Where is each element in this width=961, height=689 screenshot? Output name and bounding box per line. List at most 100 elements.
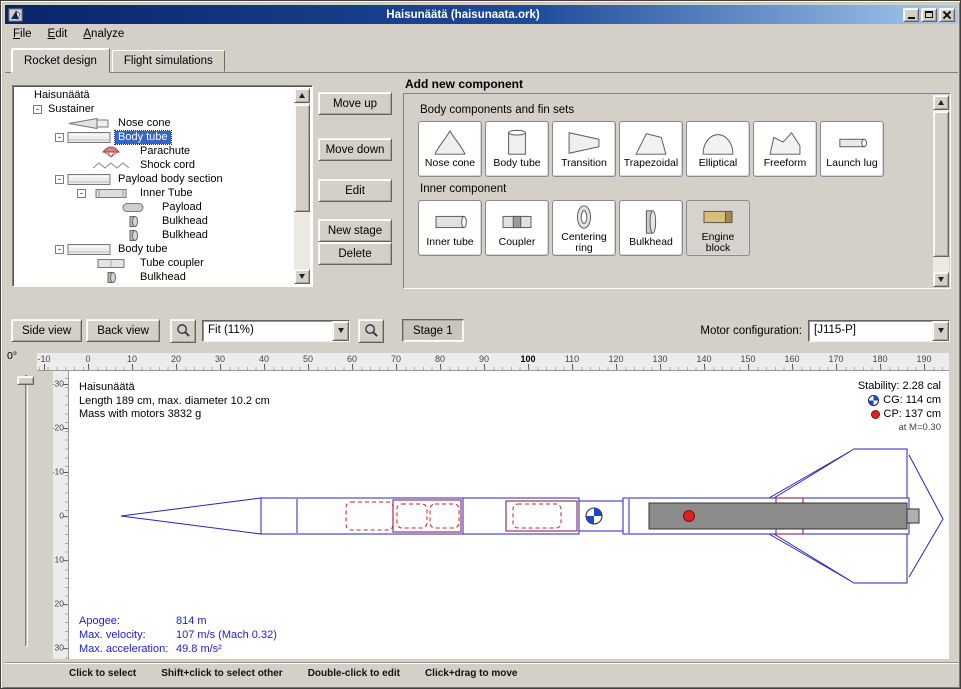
add-component-button[interactable]: Body tube: [485, 121, 549, 177]
maximize-icon: [925, 11, 933, 18]
close-button[interactable]: [939, 8, 955, 22]
add-component-button[interactable]: Transition: [552, 121, 616, 177]
combo-dropdown-button[interactable]: [932, 321, 949, 341]
component-icon: [696, 129, 740, 157]
arrow-down-icon: [938, 277, 944, 282]
tree-item[interactable]: Haisunäätä: [15, 88, 294, 102]
stage-1-toggle[interactable]: Stage 1: [402, 319, 464, 342]
action-button[interactable]: New stage: [318, 219, 392, 242]
action-button[interactable]: Edit: [318, 179, 392, 202]
tree-expander-icon[interactable]: [55, 245, 64, 254]
tab[interactable]: Rocket design: [11, 48, 110, 73]
tree-item-icon: [111, 201, 155, 214]
add-component-button[interactable]: Nose cone: [418, 121, 482, 177]
app-window: Haisunäätä (haisunaata.ork) FileEditAnal…: [0, 0, 961, 689]
tree-item[interactable]: Bulkhead: [15, 214, 294, 228]
add-component-button[interactable]: Inner tube: [418, 200, 482, 256]
rotation-angle-label: 0°: [7, 350, 17, 362]
ruler-tick-mark: [660, 364, 661, 370]
tree-item-icon: [111, 229, 155, 242]
tab[interactable]: Flight simulations: [112, 50, 225, 72]
component-tree[interactable]: Haisunäätä Sustainer Nose cone: [15, 88, 294, 284]
ruler-tick-mark: [572, 364, 573, 370]
scrollbar-thumb[interactable]: [294, 104, 310, 212]
tree-expander-icon[interactable]: [55, 175, 64, 184]
body-components-group: Nose cone Body tube Transition T: [418, 121, 933, 177]
ruler-tick-mark: [352, 364, 353, 370]
tree-item[interactable]: Payload: [15, 200, 294, 214]
zoom-select[interactable]: Fit (11%): [202, 320, 350, 342]
scroll-down-button[interactable]: [933, 272, 949, 287]
add-component-button[interactable]: Centering ring: [552, 200, 616, 256]
status-hint: Click to select: [69, 668, 136, 679]
scroll-up-button[interactable]: [294, 88, 310, 103]
tree-item[interactable]: Nose cone: [15, 116, 294, 130]
cg-marker: [586, 508, 602, 524]
menu-item[interactable]: Edit: [40, 26, 76, 42]
tree-expander-icon[interactable]: [33, 105, 42, 114]
add-component-button[interactable]: Launch lug: [820, 121, 884, 177]
rotation-slider[interactable]: [25, 375, 28, 647]
add-component-button[interactable]: Elliptical: [686, 121, 750, 177]
menu-item[interactable]: Analyze: [75, 26, 132, 42]
component-button-label: Elliptical: [699, 158, 738, 169]
chevron-down-icon: [338, 328, 344, 333]
tree-item[interactable]: Bulkhead: [15, 228, 294, 242]
add-component-button[interactable]: Engine block: [686, 200, 750, 256]
scroll-down-button[interactable]: [294, 269, 310, 284]
tree-item[interactable]: Tube coupler: [15, 256, 294, 270]
ruler-tick-mark: [63, 516, 68, 517]
tree-item[interactable]: Sustainer: [15, 102, 294, 116]
tree-expander-icon[interactable]: [77, 189, 86, 198]
add-component-title: Add new component: [405, 77, 523, 91]
ruler-tick: 170: [828, 354, 843, 364]
hidden-inner-components[interactable]: [346, 502, 561, 530]
zoom-in-button[interactable]: [170, 319, 196, 343]
action-button[interactable]: Delete: [318, 242, 392, 265]
maximize-button[interactable]: [921, 8, 937, 22]
ruler-tick: 100: [520, 354, 535, 364]
rocket-info-line: Haisunäätä: [79, 381, 270, 395]
tree-item[interactable]: Bulkhead: [15, 270, 294, 284]
side-view-button[interactable]: Side view: [11, 319, 82, 342]
tree-item-icon: [67, 243, 111, 256]
minimize-icon: [908, 17, 915, 19]
component-panel-scrollbar[interactable]: [933, 95, 949, 287]
cp-value: CP: 137 cm: [884, 408, 941, 420]
rocket-canvas[interactable]: HaisunäätäLength 189 cm, max. diameter 1…: [69, 371, 949, 659]
ruler-tick: 160: [784, 354, 799, 364]
add-component-button[interactable]: Trapezoidal: [619, 121, 683, 177]
tree-item[interactable]: Payload body section: [15, 172, 294, 186]
motor-configuration-select[interactable]: [J115-P]: [808, 320, 950, 342]
tree-expander-icon[interactable]: [55, 133, 64, 142]
combo-dropdown-button[interactable]: [332, 321, 349, 341]
minimize-button[interactable]: [903, 8, 919, 22]
tree-item[interactable]: Inner Tube: [15, 186, 294, 200]
tree-item-icon: [111, 215, 155, 228]
scrollbar-thumb[interactable]: [933, 111, 949, 257]
titlebar[interactable]: Haisunäätä (haisunaata.ork): [5, 5, 958, 24]
component-button-label: Engine block: [688, 232, 748, 254]
add-component-button[interactable]: Bulkhead: [619, 200, 683, 256]
action-button[interactable]: Move up: [318, 92, 392, 115]
action-button[interactable]: Move down: [318, 138, 392, 161]
scroll-up-button[interactable]: [933, 95, 949, 110]
tree-item[interactable]: Shock cord: [15, 158, 294, 172]
component-icon: [495, 208, 539, 236]
add-component-button[interactable]: Freeform: [753, 121, 817, 177]
rotation-slider-thumb[interactable]: [17, 376, 34, 385]
tree-item[interactable]: Parachute: [15, 144, 294, 158]
zoom-out-button[interactable]: [358, 319, 384, 343]
tree-item[interactable]: Body tube: [15, 130, 294, 144]
tree-item-icon: [89, 145, 133, 158]
ruler-tick: 150: [740, 354, 755, 364]
back-view-button[interactable]: Back view: [86, 319, 160, 342]
add-component-button[interactable]: Coupler: [485, 200, 549, 256]
tree-item-label: Body tube: [115, 243, 171, 256]
cp-legend-icon: [871, 410, 880, 419]
tree-scrollbar[interactable]: [294, 88, 310, 284]
menu-item[interactable]: File: [5, 26, 40, 42]
vertical-ruler: -30-20-100102030: [53, 371, 69, 659]
tree-item[interactable]: Body tube: [15, 242, 294, 256]
ruler-tick: 180: [872, 354, 887, 364]
